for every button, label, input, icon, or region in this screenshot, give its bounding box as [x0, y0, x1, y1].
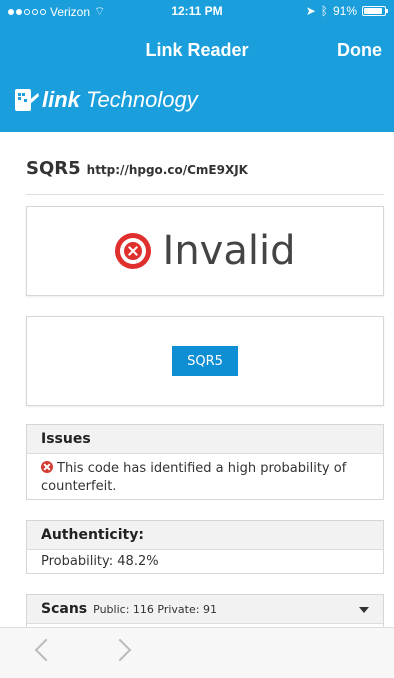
code-card: SQR5: [26, 316, 384, 406]
battery-percent: 91%: [332, 4, 357, 18]
error-icon: [41, 461, 53, 473]
code-header: SQR5 http://hpgo.co/CmE9XJK: [26, 158, 248, 179]
divider: [26, 194, 384, 195]
navigation-bar: Link Reader Done: [0, 30, 394, 70]
status-text: Invalid: [162, 228, 296, 274]
chevron-down-icon[interactable]: [359, 607, 369, 613]
status-card: Invalid: [26, 206, 384, 296]
authenticity-title: Authenticity:: [27, 521, 383, 550]
invalid-icon: [114, 233, 151, 269]
brand-text: link Technology: [42, 87, 198, 113]
link-logo-icon: [15, 89, 39, 111]
forward-arrow-icon[interactable]: [108, 638, 132, 662]
scanned-url[interactable]: http://hpgo.co/CmE9XJK: [87, 163, 248, 177]
issues-message: This code has identified a high probabil…: [41, 461, 347, 494]
issues-body: This code has identified a high probabil…: [27, 454, 383, 502]
result-content: SQR5 http://hpgo.co/CmE9XJK Invalid SQR5…: [0, 132, 394, 634]
scans-title: Scans: [41, 601, 88, 617]
authenticity-panel: Authenticity: Probability: 48.2%: [26, 520, 384, 574]
status-right: ➤ ᛒ 91%: [305, 4, 388, 18]
authenticity-probability: Probability: 48.2%: [41, 554, 159, 569]
status-bar: Verizon ⌔ 12:11 PM ➤ ᛒ 91%: [0, 0, 394, 22]
done-button[interactable]: Done: [337, 40, 382, 61]
battery-icon: [362, 6, 388, 16]
bottom-toolbar: [0, 627, 394, 678]
link-technology-logo: link Technology: [12, 84, 198, 116]
location-icon: ➤: [305, 4, 316, 18]
bluetooth-icon: ᛒ: [320, 4, 328, 18]
scans-summary: Public: 116 Private: 91: [93, 603, 217, 616]
issues-title: Issues: [27, 425, 383, 454]
scanned-code: SQR5: [26, 158, 81, 179]
top-bar: Verizon ⌔ 12:11 PM ➤ ᛒ 91% Link Reader D…: [0, 0, 394, 74]
nav-title: Link Reader: [145, 40, 249, 60]
code-button[interactable]: SQR5: [172, 346, 238, 376]
issues-panel: Issues This code has identified a high p…: [26, 424, 384, 500]
scans-header[interactable]: Scans Public: 116 Private: 91: [27, 595, 383, 624]
back-arrow-icon[interactable]: [34, 638, 58, 662]
brand-technology: Technology: [86, 87, 198, 112]
brand-link: link: [42, 87, 80, 112]
